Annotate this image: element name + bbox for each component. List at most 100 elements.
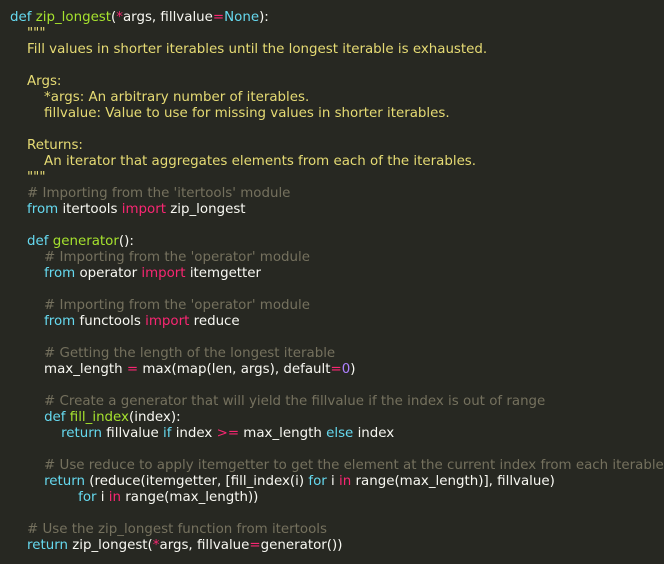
code-token: itemgetter [185, 266, 262, 281]
code-token: import [141, 266, 186, 281]
code-token: = [212, 10, 225, 25]
code-line: def zip_longest(*args, fillvalue=None): [0, 10, 664, 26]
code-token: Returns: [10, 138, 83, 153]
code-token: return [27, 538, 68, 553]
code-line: fillvalue: Value to use for missing valu… [0, 106, 664, 122]
code-token: index [353, 426, 395, 441]
code-token: import [121, 202, 166, 217]
code-token: def [44, 410, 70, 425]
code-token: # Getting the length of the longest iter… [10, 346, 336, 361]
code-token: range(max_length)) [120, 490, 259, 505]
code-line: """ [0, 26, 664, 42]
code-token: ): [259, 10, 269, 25]
code-token: (index): [129, 410, 181, 425]
code-line: from operator import itemgetter [0, 266, 664, 282]
code-line: from functools import reduce [0, 314, 664, 330]
code-token: None [224, 10, 260, 25]
code-token: max_length [10, 362, 127, 377]
code-token: args, fillvalue [159, 538, 250, 553]
code-token: index [171, 426, 217, 441]
code-token: >= [216, 426, 240, 441]
code-token: args, fillvalue [122, 10, 213, 25]
code-token: fillvalue: Value to use for missing valu… [10, 106, 450, 121]
code-line: return (reduce(itemgetter, [fill_index(i… [0, 474, 664, 490]
code-token: in [339, 474, 352, 489]
code-token: return [61, 426, 103, 441]
code-token: generator()) [260, 538, 343, 553]
code-token: # Importing from the 'operator' module [10, 250, 310, 265]
code-token: = [249, 538, 261, 553]
code-token: itertools [58, 202, 122, 217]
code-token: return [44, 474, 86, 489]
code-token: An iterator that aggregates elements fro… [10, 154, 477, 169]
code-token: zip_longest [165, 202, 246, 217]
code-line: from itertools import zip_longest [0, 202, 664, 218]
code-token: generator [52, 234, 119, 249]
code-line: # Importing from the 'itertools' module [0, 186, 664, 202]
code-token: range(max_length)], fillvalue) [351, 474, 555, 489]
code-token: # Create a generator that will yield the… [10, 394, 546, 409]
code-token: for [308, 474, 327, 489]
code-token: else [326, 426, 354, 441]
code-line: # Use the zip_longest function from iter… [0, 522, 664, 538]
code-token: from [44, 314, 76, 329]
code-line: """ [0, 170, 664, 186]
code-token: zip_longest [35, 10, 112, 25]
code-token: # Use the zip_longest function from iter… [10, 522, 327, 537]
code-token: def [27, 234, 53, 249]
code-line: def generator(): [0, 234, 664, 250]
code-token: Args: [10, 74, 62, 89]
code-token: max_length [239, 426, 327, 441]
code-token: (): [118, 234, 134, 249]
code-line: # Importing from the 'operator' module [0, 298, 664, 314]
code-editor[interactable]: def zip_longest(*args, fillvalue=None): … [0, 0, 664, 564]
code-token: Fill values in shorter iterables until t… [10, 42, 488, 57]
code-line: # Importing from the 'operator' module [0, 250, 664, 266]
code-line: *args: An arbitrary number of iterables. [0, 90, 664, 106]
code-token: *args: An arbitrary number of iterables. [10, 90, 310, 105]
code-token: ) [350, 362, 356, 377]
code-line: # Getting the length of the longest iter… [0, 346, 664, 362]
code-token: """ [10, 26, 46, 41]
code-token: max(map(len, args), default [138, 362, 331, 377]
code-line: for i in range(max_length)) [0, 490, 664, 506]
code-token: """ [10, 170, 46, 185]
code-line: # Use reduce to apply itemgetter to get … [0, 458, 664, 474]
code-token: for [78, 490, 97, 505]
code-token: # Importing from the 'itertools' module [10, 186, 291, 201]
code-token: reduce [189, 314, 240, 329]
code-token: i [326, 474, 340, 489]
code-token: import [145, 314, 190, 329]
code-token: = [126, 362, 139, 377]
code-token: * [116, 10, 123, 25]
code-line: return fillvalue if index >= max_length … [0, 426, 664, 442]
code-token: i [96, 490, 109, 505]
code-token: operator [75, 266, 142, 281]
code-token: functools [75, 314, 146, 329]
code-token: zip_longest( [67, 538, 153, 553]
code-line: max_length = max(map(len, args), default… [0, 362, 664, 378]
code-line: def fill_index(index): [0, 410, 664, 426]
code-token: fillvalue [102, 426, 163, 441]
code-token: from [44, 266, 76, 281]
code-token: # Importing from the 'operator' module [10, 298, 310, 313]
code-line: Fill values in shorter iterables until t… [0, 42, 664, 58]
code-line: # Create a generator that will yield the… [0, 394, 664, 410]
code-token: (reduce(itemgetter, [fill_index(i) [85, 474, 309, 489]
